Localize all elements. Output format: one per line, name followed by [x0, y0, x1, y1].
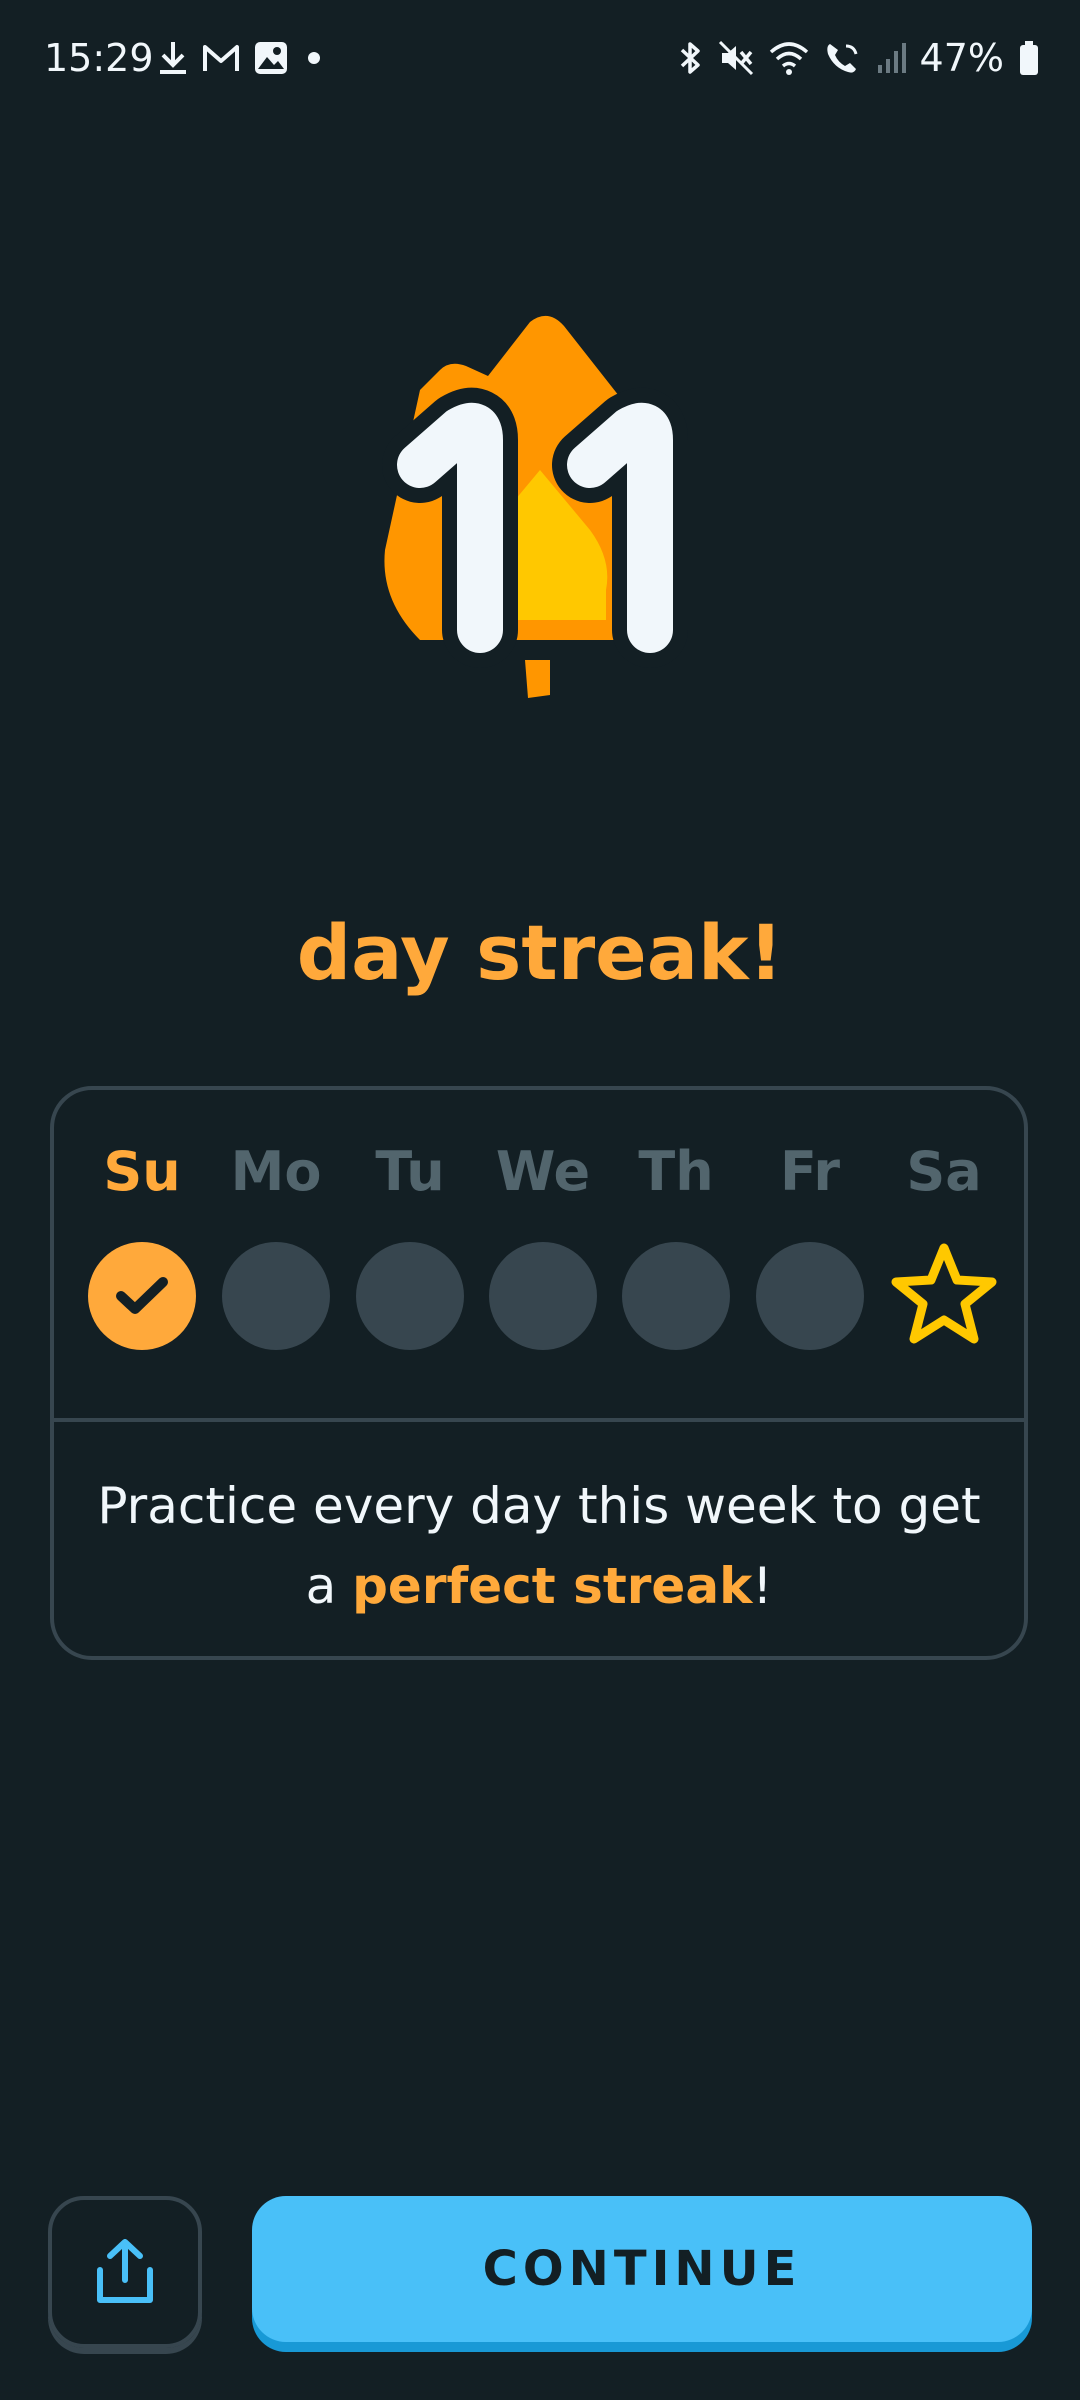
dot-icon	[308, 52, 320, 64]
week-progress-card: Su Mo Tu We Th Fr Sa Practice every day …	[50, 1086, 1028, 1660]
star-icon	[891, 1243, 997, 1344]
gmail-icon	[203, 45, 239, 71]
day-label-fr: Fr	[779, 1140, 841, 1203]
gallery-icon	[255, 42, 287, 74]
battery-icon	[1020, 41, 1038, 75]
message-suffix: !	[752, 1557, 773, 1615]
day-label-we: We	[495, 1140, 591, 1203]
streak-label: day streak!	[296, 908, 784, 997]
signal-icon	[877, 43, 906, 73]
wifi-calling-icon	[826, 44, 857, 73]
mute-icon	[718, 40, 753, 76]
day-label-mo: Mo	[230, 1140, 322, 1203]
day-label-th: Th	[638, 1140, 714, 1203]
day-circle-su	[88, 1242, 196, 1350]
day-circle-th	[622, 1242, 730, 1350]
share-icon	[97, 2239, 153, 2303]
system-icons: 47%	[678, 36, 1040, 80]
day-label-su: Su	[103, 1140, 181, 1203]
notification-icons	[158, 40, 326, 76]
share-button[interactable]	[48, 2196, 202, 2348]
bluetooth-icon	[680, 42, 700, 74]
continue-button[interactable]: CONTINUE	[252, 2196, 1032, 2342]
checkmark-icon	[116, 1277, 168, 1314]
day-label-tu: Tu	[375, 1140, 445, 1203]
wifi-icon	[769, 42, 808, 75]
day-circle-tu	[356, 1242, 464, 1350]
day-circle-we	[489, 1242, 597, 1350]
battery-percent: 47%	[919, 36, 1004, 80]
card-divider	[50, 1418, 1028, 1422]
day-circle-mo	[222, 1242, 330, 1350]
streak-count: 11	[0, 560, 1080, 561]
day-circle-fr	[756, 1242, 864, 1350]
streak-flame-icon	[382, 315, 688, 698]
download-icon	[160, 42, 186, 74]
day-label-sa: Sa	[906, 1140, 982, 1203]
status-time: 15:29	[44, 36, 154, 80]
status-bar: 15:29 47%	[0, 0, 1080, 120]
day-labels-row: Su Mo Tu We Th Fr Sa	[54, 1140, 1024, 1220]
message-highlight: perfect streak	[352, 1557, 753, 1615]
perfect-streak-message: Practice every day this week to get a pe…	[94, 1466, 984, 1626]
